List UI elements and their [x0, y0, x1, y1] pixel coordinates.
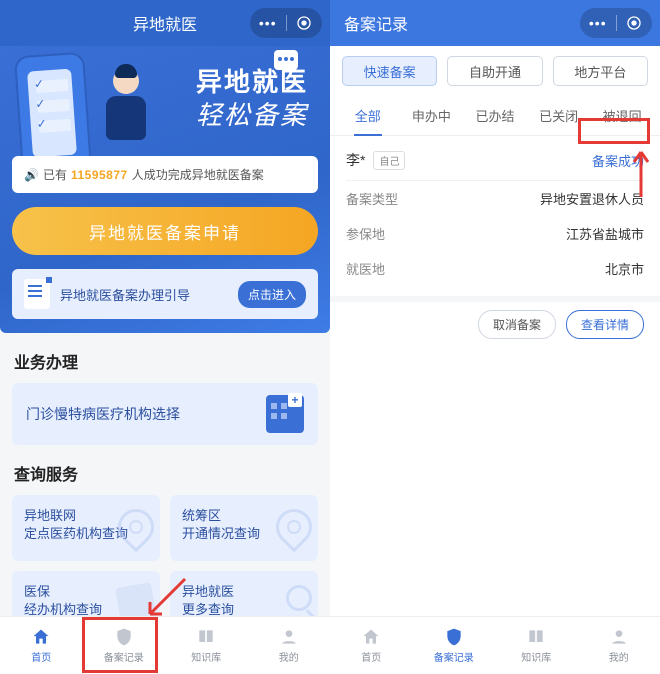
tab-mine[interactable]: 我的 — [248, 617, 331, 674]
person-illustration — [98, 68, 154, 148]
biz-card[interactable]: 门诊慢特病医疗机构选择 — [12, 383, 318, 445]
user-icon — [279, 627, 299, 647]
more-icon[interactable]: ••• — [580, 15, 616, 31]
book-icon — [526, 627, 546, 647]
filter-pills: 快速备案 自助开通 地方平台 — [330, 46, 660, 96]
hospital-icon — [266, 395, 304, 433]
tab-kb[interactable]: 知识库 — [495, 617, 578, 674]
shield-icon — [444, 627, 464, 647]
tab-processing[interactable]: 申办中 — [400, 96, 464, 135]
tab-record[interactable]: 备案记录 — [413, 617, 496, 674]
apply-button[interactable]: 异地就医备案申请 — [12, 207, 318, 255]
more-icon[interactable]: ••• — [250, 15, 286, 31]
section-title-biz: 业务办理 — [0, 333, 330, 383]
home-icon — [31, 627, 51, 647]
view-detail-button[interactable]: 查看详情 — [566, 310, 644, 339]
query-card-region[interactable]: 统筹区开通情况查询 — [170, 495, 318, 561]
hero-title-line1: 异地就医 — [196, 66, 308, 99]
status-tabs: 全部 申办中 已办结 已关闭 被退回 — [330, 96, 660, 136]
query-card-network[interactable]: 异地联网定点医药机构查询 — [12, 495, 160, 561]
tab-kb[interactable]: 知识库 — [165, 617, 248, 674]
magnifier-icon — [286, 585, 312, 611]
tabbar-left: 首页 备案记录 知识库 我的 — [0, 616, 330, 674]
guide-card[interactable]: 异地就医备案办理引导 点击进入 — [12, 269, 318, 319]
tab-rejected[interactable]: 被退回 — [590, 96, 654, 135]
record-card[interactable]: 李* 自己 备案成功 备案类型异地安置退休人员 参保地江苏省盐城市 就医地北京市 — [330, 136, 660, 302]
tab-closed[interactable]: 已关闭 — [527, 96, 591, 135]
book-icon — [196, 627, 216, 647]
phone-illustration — [14, 52, 92, 156]
pill-local[interactable]: 地方平台 — [553, 56, 648, 86]
pill-fast[interactable]: 快速备案 — [342, 56, 437, 86]
tab-done[interactable]: 已办结 — [463, 96, 527, 135]
tab-home[interactable]: 首页 — [0, 617, 83, 674]
header-right: 备案记录 ••• — [330, 0, 660, 46]
stat-count: 11595877 — [71, 168, 128, 182]
guide-text: 异地就医备案办理引导 — [60, 285, 228, 304]
hero-title-line2: 轻松备案 — [196, 99, 308, 132]
section-title-query: 查询服务 — [0, 445, 330, 495]
header-title-right: 备案记录 — [344, 11, 408, 35]
shield-icon — [114, 627, 134, 647]
record-name: 李* — [346, 150, 365, 170]
speaker-icon: 🔊 — [24, 168, 39, 182]
stat-bar: 🔊 已有 11595877 人成功完成异地就医备案 — [12, 156, 318, 193]
home-icon — [361, 627, 381, 647]
tab-record[interactable]: 备案记录 — [83, 617, 166, 674]
document-icon — [24, 279, 50, 309]
guide-enter-button[interactable]: 点击进入 — [238, 281, 306, 308]
user-icon — [609, 627, 629, 647]
hero-banner: 异地就医 轻松备案 🔊 已有 11595877 人成功完成异地就医备案 异地就医… — [0, 46, 330, 333]
pill-self[interactable]: 自助开通 — [447, 56, 542, 86]
cancel-record-button[interactable]: 取消备案 — [478, 310, 556, 339]
relation-tag: 自己 — [373, 151, 405, 170]
tab-all[interactable]: 全部 — [336, 96, 400, 135]
close-target-icon[interactable] — [287, 15, 323, 31]
tabbar-right: 首页 备案记录 知识库 我的 — [330, 616, 660, 674]
miniprogram-capsule[interactable]: ••• — [250, 8, 322, 38]
tab-mine[interactable]: 我的 — [578, 617, 660, 674]
header-left: 异地就医 ••• — [0, 0, 330, 46]
tab-home[interactable]: 首页 — [330, 617, 413, 674]
header-title: 异地就医 — [133, 11, 197, 35]
close-target-icon[interactable] — [617, 15, 653, 31]
record-status: 备案成功 — [592, 151, 644, 170]
miniprogram-capsule[interactable]: ••• — [580, 8, 652, 38]
